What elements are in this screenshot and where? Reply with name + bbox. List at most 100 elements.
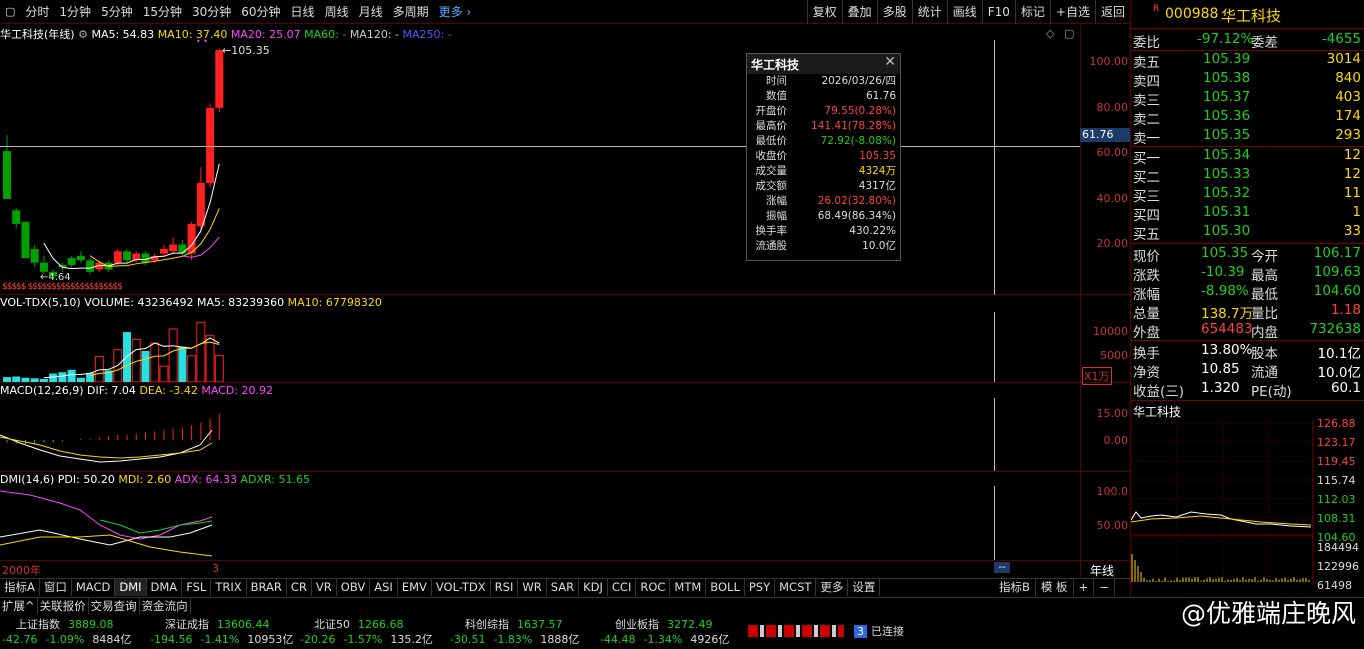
- quote-label: 买五: [1133, 223, 1160, 243]
- indicator-tab-7[interactable]: BRAR: [247, 579, 287, 596]
- index-item[interactable]: 北证50 1266.68: [314, 616, 404, 632]
- fundamental-field: PE(动): [1251, 380, 1292, 400]
- indicator-tab-12[interactable]: EMV: [398, 579, 432, 596]
- index-change: -30.51: [450, 633, 485, 646]
- period-tab-2[interactable]: 5分钟: [96, 3, 138, 20]
- right-indicator-tabs: 指标B 模 板 + −: [994, 578, 1130, 596]
- indicator-tab-19[interactable]: ROC: [636, 579, 670, 596]
- period-tab-7[interactable]: 周线: [320, 3, 354, 20]
- index-item[interactable]: 创业板指 3272.49: [615, 616, 713, 632]
- tool-button-6[interactable]: 标记: [1015, 0, 1050, 24]
- indicator-tab-15[interactable]: WR: [518, 579, 546, 596]
- right-tab-3[interactable]: −: [1094, 579, 1115, 596]
- sub-tab-3[interactable]: 资金流向: [140, 598, 191, 614]
- sub-tab-1[interactable]: 关联报价: [38, 598, 89, 614]
- stat-field: -8.98%: [1201, 283, 1249, 299]
- indicator-tab-22[interactable]: PSY: [745, 579, 775, 596]
- weibi-field: 委差: [1251, 31, 1278, 51]
- indicator-tab-4[interactable]: DMA: [147, 579, 183, 596]
- indicator-tab-20[interactable]: MTM: [670, 579, 706, 596]
- index-value: 3889.08: [68, 618, 114, 631]
- period-tab-1[interactable]: 1分钟: [54, 3, 96, 20]
- indicator-tab-3[interactable]: DMI: [115, 579, 146, 596]
- indicator-tab-1[interactable]: 窗口: [40, 579, 72, 596]
- divider: [1131, 400, 1364, 401]
- macd-ytick: 0.00: [1084, 434, 1128, 447]
- quote-price: 105.39: [1203, 51, 1250, 67]
- period-tab-6[interactable]: 日线: [286, 3, 320, 20]
- stat-row: 外盘 654483 内盘 732638: [1133, 321, 1363, 340]
- quote-volume: 11: [1344, 185, 1361, 201]
- period-tab-9[interactable]: 多周期: [388, 3, 434, 20]
- tool-button-8[interactable]: 返回: [1095, 0, 1130, 24]
- indicator-tab-17[interactable]: KDJ: [579, 579, 608, 596]
- high-price-marker: ←105.35: [222, 44, 270, 57]
- index-item[interactable]: 科创综指 1637.57: [465, 616, 563, 632]
- more-periods-button[interactable]: 更多 ›: [434, 3, 477, 20]
- tool-button-3[interactable]: 统计: [912, 0, 947, 24]
- quote-label: 卖五: [1133, 51, 1160, 71]
- badge-r: R: [1153, 4, 1159, 14]
- tool-button-7[interactable]: +自选: [1050, 0, 1095, 24]
- index-value: 1266.68: [358, 618, 404, 631]
- indicator-tab-11[interactable]: ASI: [370, 579, 398, 596]
- popup-row-label: 开盘价: [747, 104, 791, 119]
- indicator-tab-10[interactable]: OBV: [337, 579, 370, 596]
- right-tab-0[interactable]: 指标B: [994, 579, 1036, 596]
- period-tab-5[interactable]: 60分钟: [236, 3, 285, 20]
- menu-toggle-icon[interactable]: ▢: [0, 5, 20, 18]
- index-item[interactable]: 上证指数 3889.08: [16, 616, 114, 632]
- popup-row: 成交量 4324万: [747, 164, 900, 179]
- right-tab-1[interactable]: 模 板: [1036, 579, 1074, 596]
- tool-button-1[interactable]: 叠加: [842, 0, 877, 24]
- tool-button-4[interactable]: 画线: [947, 0, 982, 24]
- price-ytick: 20.00: [1084, 237, 1128, 250]
- indicator-tab-0[interactable]: 指标A: [0, 579, 40, 596]
- indicator-tab-2[interactable]: MACD: [72, 579, 115, 596]
- period-tab-3[interactable]: 15分钟: [138, 3, 187, 20]
- index-status-bar: 上证指数 3889.08 -42.76 -1.09% 8484亿 深证成指 13606.44…: [0, 614, 1364, 649]
- popup-row-label: 最低价: [747, 134, 791, 149]
- indicator-tab-23[interactable]: MCST: [775, 579, 816, 596]
- period-label: 年线: [1090, 562, 1114, 579]
- popup-row-label: 流通股: [747, 239, 791, 254]
- quote-label: 卖一: [1133, 127, 1160, 147]
- index-item[interactable]: 深证成指 13606.44: [165, 616, 270, 632]
- indicator-tab-8[interactable]: CR: [287, 579, 312, 596]
- tool-button-0[interactable]: 复权: [807, 0, 842, 24]
- indicator-tab-16[interactable]: SAR: [547, 579, 579, 596]
- tool-button-5[interactable]: F10: [982, 0, 1015, 24]
- info-popup: 华工科技 ✕ 时间 2026/03/26/四 数值 61.76 开盘价 79.55(0.28…: [746, 53, 901, 261]
- index-change: -194.56: [150, 633, 192, 646]
- sub-tab-0[interactable]: 扩展^: [0, 598, 38, 614]
- volume-bar: [141, 351, 149, 382]
- index-percent: -1.41%: [200, 633, 239, 646]
- indicator-tab-5[interactable]: FSL: [182, 579, 211, 596]
- volume-bar: [151, 343, 159, 382]
- indicator-tab-25[interactable]: 设置: [848, 579, 880, 596]
- fundamental-field: 10.85: [1201, 361, 1240, 377]
- popup-row: 流通股 10.0亿: [747, 239, 900, 254]
- indicator-tab-18[interactable]: CCI: [608, 579, 636, 596]
- divider: [1131, 28, 1364, 29]
- volume-bar: [58, 372, 66, 382]
- panel-divider: [0, 471, 1130, 472]
- period-tab-8[interactable]: 月线: [354, 3, 388, 20]
- divider: [1131, 340, 1364, 341]
- close-icon[interactable]: ✕: [884, 54, 896, 70]
- fundamental-row: 换手 13.80% 股本 10.1亿: [1133, 342, 1363, 361]
- tool-button-2[interactable]: 多股: [877, 0, 912, 24]
- right-tab-2[interactable]: +: [1074, 579, 1095, 596]
- sub-tab-2[interactable]: 交易查询: [89, 598, 140, 614]
- period-tab-0[interactable]: 分时: [20, 3, 54, 20]
- indicator-tab-24[interactable]: 更多: [816, 579, 848, 596]
- indicator-tab-13[interactable]: VOL-TDX: [432, 579, 491, 596]
- quote-label: 买一: [1133, 147, 1160, 167]
- indicator-tab-6[interactable]: TRIX: [211, 579, 246, 596]
- chart-area[interactable]: 华工科技(年线) ⚙ MA5: 54.83 MA10: 37.40 MA20: …: [0, 25, 1130, 577]
- indicator-tab-14[interactable]: RSI: [491, 579, 519, 596]
- indicator-tab-21[interactable]: BOLL: [706, 579, 745, 596]
- indicator-tab-9[interactable]: VR: [312, 579, 337, 596]
- period-tab-4[interactable]: 30分钟: [187, 3, 236, 20]
- weibi-field: -4655: [1322, 31, 1361, 47]
